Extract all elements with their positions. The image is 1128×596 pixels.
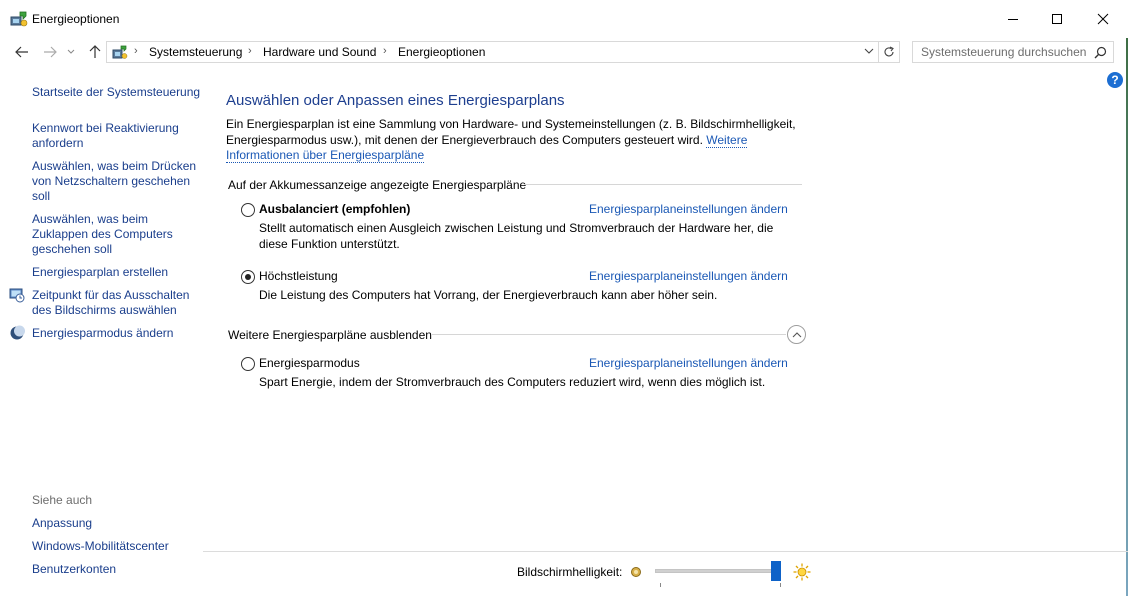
sidebar-item-line: anfordern [32,136,84,150]
brightness-slider-track[interactable] [655,569,781,573]
clock-monitor-icon [9,288,25,303]
sidebar-item-line: Auswählen, was beim Drücken [32,159,197,173]
sidebar-item-display-off[interactable]: Zeitpunkt für das Ausschalten des Bildsc… [32,288,189,318]
search-box[interactable] [912,41,1114,63]
close-icon [1097,13,1109,25]
plan-desc-power-saver: Spart Energie, indem der Stromverbrauch … [259,375,766,389]
plan-name-power-saver[interactable]: Energiesparmodus [259,356,360,370]
sidebar-item-line: geschehen soll [32,242,113,256]
collapse-button[interactable] [787,325,806,344]
moon-icon [10,325,25,340]
power-options-icon [10,11,28,27]
close-button[interactable] [1080,0,1126,38]
refresh-icon [884,46,894,57]
window-title: Energieoptionen [32,12,120,26]
sidebar-item-line: Energiesparmodus ändern [32,326,174,340]
back-button[interactable] [12,42,32,62]
breadcrumb-energieoptionen[interactable]: Energieoptionen [398,45,485,59]
plan-radio-high-performance[interactable] [241,270,255,284]
see-also-personalization[interactable]: Anpassung [32,516,92,531]
slider-tick-min [660,583,661,587]
see-also-user-accounts[interactable]: Benutzerkonten [32,562,116,577]
sidebar-item-line: Kennwort bei Reaktivierung [32,121,179,135]
search-icon[interactable] [1094,46,1107,59]
brightness-label: Bildschirmhelligkeit: [517,565,623,579]
brightness-slider-thumb[interactable] [771,561,781,581]
minimize-button[interactable] [990,0,1036,38]
forward-button[interactable] [40,42,60,62]
maximize-button[interactable] [1034,0,1080,38]
plans-group-heading: Auf der Akkumessanzeige angezeigte Energ… [228,178,527,192]
minimize-icon [1008,19,1018,20]
sidebar-item-line: von Netzschaltern geschehen [32,174,191,188]
breadcrumb-hardware-sound[interactable]: Hardware und Sound [263,45,376,59]
bottom-divider [203,551,1128,552]
sidebar-item-power-buttons[interactable]: Auswählen, was beim Drücken von Netzscha… [32,159,196,204]
sidebar-item-lid-close[interactable]: Auswählen, was beim Zuklappen des Comput… [32,212,173,257]
plan-name-balanced[interactable]: Ausbalanciert (empfohlen) [259,202,410,216]
breadcrumb-systemsteuerung[interactable]: Systemsteuerung [149,45,242,59]
chevron-down-icon[interactable] [864,47,874,55]
plan-radio-power-saver[interactable] [241,357,255,371]
plan-name-high-performance[interactable]: Höchstleistung [259,269,338,283]
sidebar-item-line: des Bildschirms auswählen [32,303,177,317]
group-divider [432,334,786,335]
bright-sun-icon [793,563,811,581]
sidebar-item-password-wakeup[interactable]: Kennwort bei Reaktivierung anfordern [32,121,179,151]
arrow-left-icon [15,46,28,58]
up-button[interactable] [85,42,105,62]
plan-desc-balanced: Stellt automatisch einen Ausgleich zwisc… [259,221,774,251]
refresh-button[interactable] [879,41,900,63]
sidebar-item-line: Zeitpunkt für das Ausschalten [32,288,190,302]
page-title: Auswählen oder Anpassen eines Energiespa… [226,92,565,109]
hidden-plans-heading[interactable]: Weitere Energiesparpläne ausblenden [228,328,432,342]
navigation-bar: › Systemsteuerung › Hardware und Sound ›… [0,38,1128,66]
sidebar-home-link[interactable]: Startseite der Systemsteuerung [32,85,200,100]
see-also-mobility-center[interactable]: Windows-Mobilitätscenter [32,539,169,554]
arrow-up-icon [89,45,101,58]
address-bar[interactable]: › Systemsteuerung › Hardware und Sound ›… [106,41,879,63]
group-divider [524,184,802,185]
plan-settings-link-power-saver[interactable]: Energiesparplaneinstellungen ändern [589,356,788,370]
plan-settings-link-balanced[interactable]: Energiesparplaneinstellungen ändern [589,202,788,216]
sidebar-item-line: Auswählen, was beim [32,212,149,226]
breadcrumb-separator-icon: › [248,45,252,57]
recent-locations-button[interactable] [64,42,78,62]
plan-settings-link-high-performance[interactable]: Energiesparplaneinstellungen ändern [589,269,788,283]
slider-tick-max [780,583,781,587]
sidebar-item-line: soll [32,189,51,203]
arrow-right-icon [44,46,57,58]
maximize-icon [1052,14,1062,24]
chevron-down-icon [67,49,75,54]
see-also-heading: Siehe auch [32,493,93,507]
sidebar-item-create-plan[interactable]: Energiesparplan erstellen [32,265,168,280]
intro-text: Ein Energiesparplan ist eine Sammlung vo… [226,117,796,164]
help-button[interactable]: ? [1107,72,1123,88]
breadcrumb-separator-icon: › [383,45,387,57]
chevron-up-icon [792,332,801,338]
plan-radio-balanced[interactable] [241,203,255,217]
title-bar: Energieoptionen [0,0,1128,38]
sidebar-item-line: Zuklappen des Computers [32,227,173,241]
plan-desc-high-performance: Die Leistung des Computers hat Vorrang, … [259,288,718,302]
control-panel-icon [112,45,128,59]
sidebar-item-line: Energiesparplan erstellen [32,265,169,279]
sidebar-item-sleep-mode[interactable]: Energiesparmodus ändern [32,326,173,341]
breadcrumb-separator-icon: › [134,45,138,57]
dim-sun-icon [631,567,641,577]
search-input[interactable] [921,45,1091,59]
